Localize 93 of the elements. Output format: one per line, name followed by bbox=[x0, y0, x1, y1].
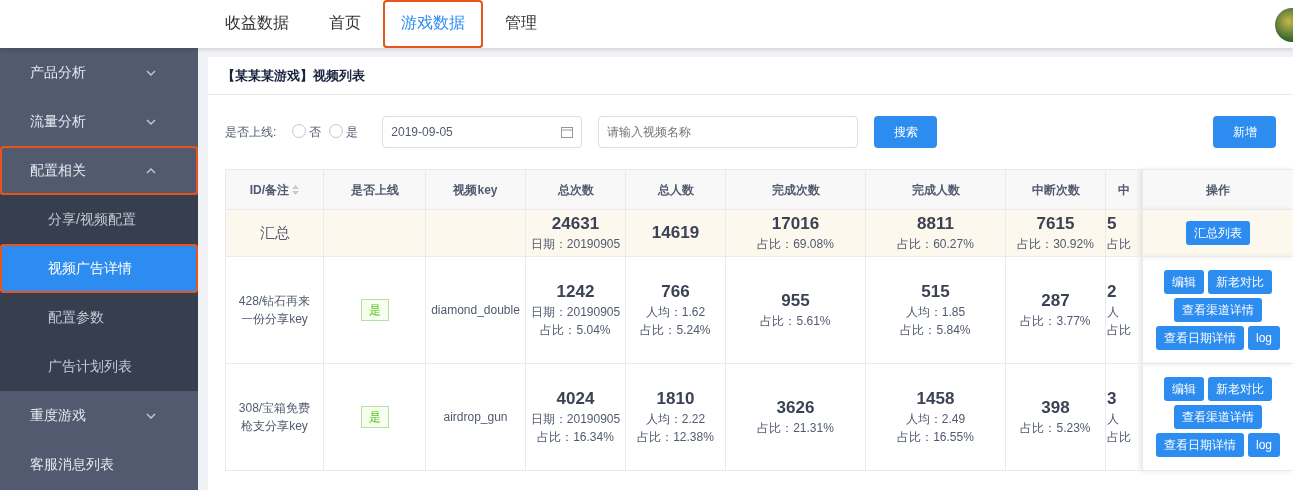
action-button[interactable]: 编辑 bbox=[1164, 377, 1204, 401]
action-button[interactable]: 汇总列表 bbox=[1186, 221, 1250, 245]
stat-value: 1810 bbox=[655, 388, 696, 410]
stat-value: 287 bbox=[1040, 290, 1071, 312]
sidebar-subitem[interactable]: 分享/视频配置 bbox=[0, 195, 198, 244]
table-cell: diamond_double bbox=[425, 256, 526, 364]
stat-detail: 占比：30.92% bbox=[1016, 236, 1095, 253]
column-header[interactable]: ID/备注 bbox=[225, 169, 324, 210]
stat-value: 17016 bbox=[770, 213, 821, 235]
stat-detail: 占比：60.27% bbox=[896, 236, 975, 253]
action-button[interactable]: 新老对比 bbox=[1208, 270, 1272, 294]
sidebar-subitem[interactable]: 广告计划列表 bbox=[0, 342, 198, 391]
sidebar-item[interactable]: 重度游戏 bbox=[0, 391, 198, 440]
sidebar-subitem[interactable]: 视频广告详情 bbox=[0, 244, 198, 293]
stat-value: 2 bbox=[1107, 281, 1118, 303]
stat-detail: 人均：1.62 bbox=[644, 304, 707, 321]
status-tag: 是 bbox=[360, 406, 389, 428]
stat-value: 766 bbox=[660, 281, 691, 303]
calendar-icon bbox=[561, 126, 574, 138]
stat-detail: 占比：21.31% bbox=[756, 420, 835, 437]
stat-value: 398 bbox=[1040, 397, 1071, 419]
nav-tab[interactable]: 收益数据 bbox=[207, 0, 307, 48]
table-cell: 308/宝箱免费枪支分享key bbox=[225, 363, 324, 471]
sidebar-item[interactable]: 流量分析 bbox=[0, 97, 198, 146]
sidebar-item[interactable]: 配置相关 bbox=[0, 146, 198, 195]
nav-tab[interactable]: 管理 bbox=[487, 0, 555, 48]
add-button[interactable]: 新增 bbox=[1213, 116, 1276, 148]
stat-detail: 占比：5.84% bbox=[899, 322, 972, 339]
action-button[interactable]: log bbox=[1248, 433, 1280, 457]
column-header: 中断次数 bbox=[1005, 169, 1106, 210]
stat-value: 14619 bbox=[650, 222, 701, 244]
stat-value: 515 bbox=[920, 281, 951, 303]
filter-label: 是否上线: bbox=[225, 124, 277, 141]
stat-detail: 占比：5.23% bbox=[1019, 420, 1092, 437]
stat-value: 1242 bbox=[555, 281, 596, 303]
action-button[interactable]: 查看渠道详情 bbox=[1174, 405, 1262, 429]
stat-value: 5 bbox=[1107, 213, 1118, 235]
stat-detail: 占比：3.77% bbox=[1019, 313, 1092, 330]
stat-detail: 占比：5.61% bbox=[759, 313, 832, 330]
card-title: 【某某某游戏】视频列表 bbox=[208, 57, 1293, 95]
table-cell: 汇总 bbox=[225, 209, 324, 257]
stat-value: 3 bbox=[1107, 388, 1118, 410]
column-header: 总次数 bbox=[525, 169, 626, 210]
column-header: 完成人数 bbox=[865, 169, 1006, 210]
column-header: 完成次数 bbox=[725, 169, 866, 210]
stat-detail: 占比：69.08% bbox=[756, 236, 835, 253]
stat-detail: 人均：2.22 bbox=[644, 411, 707, 428]
nav-tab[interactable]: 首页 bbox=[311, 0, 379, 48]
stat-value: 3626 bbox=[775, 397, 816, 419]
stat-detail: 人 bbox=[1107, 411, 1120, 428]
stat-detail: 占比 bbox=[1107, 322, 1132, 339]
stat-detail: 占比：16.34% bbox=[536, 429, 615, 446]
stat-detail: 占比 bbox=[1107, 429, 1132, 446]
stat-detail: 占比：12.38% bbox=[636, 429, 715, 446]
column-header: 中 bbox=[1105, 169, 1143, 210]
column-header: 操作 bbox=[1142, 169, 1293, 210]
stat-value: 7615 bbox=[1035, 213, 1076, 235]
sidebar-item[interactable]: 产品分析 bbox=[0, 48, 198, 97]
stat-value: 8811 bbox=[916, 213, 955, 235]
column-header: 是否上线 bbox=[323, 169, 426, 210]
stat-detail: 日期：20190905 bbox=[529, 236, 622, 253]
stat-detail: 人均：1.85 bbox=[904, 304, 967, 321]
stat-detail: 占比：5.24% bbox=[639, 322, 712, 339]
radio-option[interactable]: 是 bbox=[329, 123, 359, 141]
date-field[interactable]: 2019-09-05 bbox=[382, 116, 583, 148]
sidebar-item[interactable]: 客服消息列表 bbox=[0, 440, 198, 489]
action-button[interactable]: 查看日期详情 bbox=[1156, 433, 1244, 457]
action-button[interactable]: 编辑 bbox=[1164, 270, 1204, 294]
stat-value: 4024 bbox=[555, 388, 596, 410]
stat-detail: 占比：5.04% bbox=[539, 322, 612, 339]
action-button[interactable]: log bbox=[1248, 326, 1280, 350]
stat-detail: 人 bbox=[1107, 304, 1120, 321]
stat-detail: 日期：20190905 bbox=[529, 304, 622, 321]
search-field[interactable]: 请输入视频名称 bbox=[598, 116, 859, 148]
search-button[interactable]: 搜索 bbox=[874, 116, 938, 148]
action-button[interactable]: 新老对比 bbox=[1208, 377, 1272, 401]
stat-value: 955 bbox=[780, 290, 811, 312]
action-button[interactable]: 查看日期详情 bbox=[1156, 326, 1244, 350]
stat-detail: 占比 bbox=[1107, 236, 1132, 253]
stat-value: 1458 bbox=[915, 388, 956, 410]
action-button[interactable]: 查看渠道详情 bbox=[1174, 298, 1262, 322]
nav-tab[interactable]: 游戏数据 bbox=[383, 0, 483, 48]
stat-detail: 人均：2.49 bbox=[904, 411, 967, 428]
stat-detail: 日期：20190905 bbox=[529, 411, 622, 428]
radio-option[interactable]: 否 bbox=[292, 123, 322, 141]
column-header: 总人数 bbox=[625, 169, 726, 210]
sidebar-subitem[interactable]: 配置参数 bbox=[0, 293, 198, 342]
stat-value: 24631 bbox=[550, 213, 601, 235]
status-tag: 是 bbox=[360, 299, 389, 321]
table-cell: 428/钻石再来一份分享key bbox=[225, 256, 324, 364]
stat-detail: 占比：16.55% bbox=[896, 429, 975, 446]
column-header: 视频key bbox=[425, 169, 526, 210]
table-cell: airdrop_gun bbox=[425, 363, 526, 471]
